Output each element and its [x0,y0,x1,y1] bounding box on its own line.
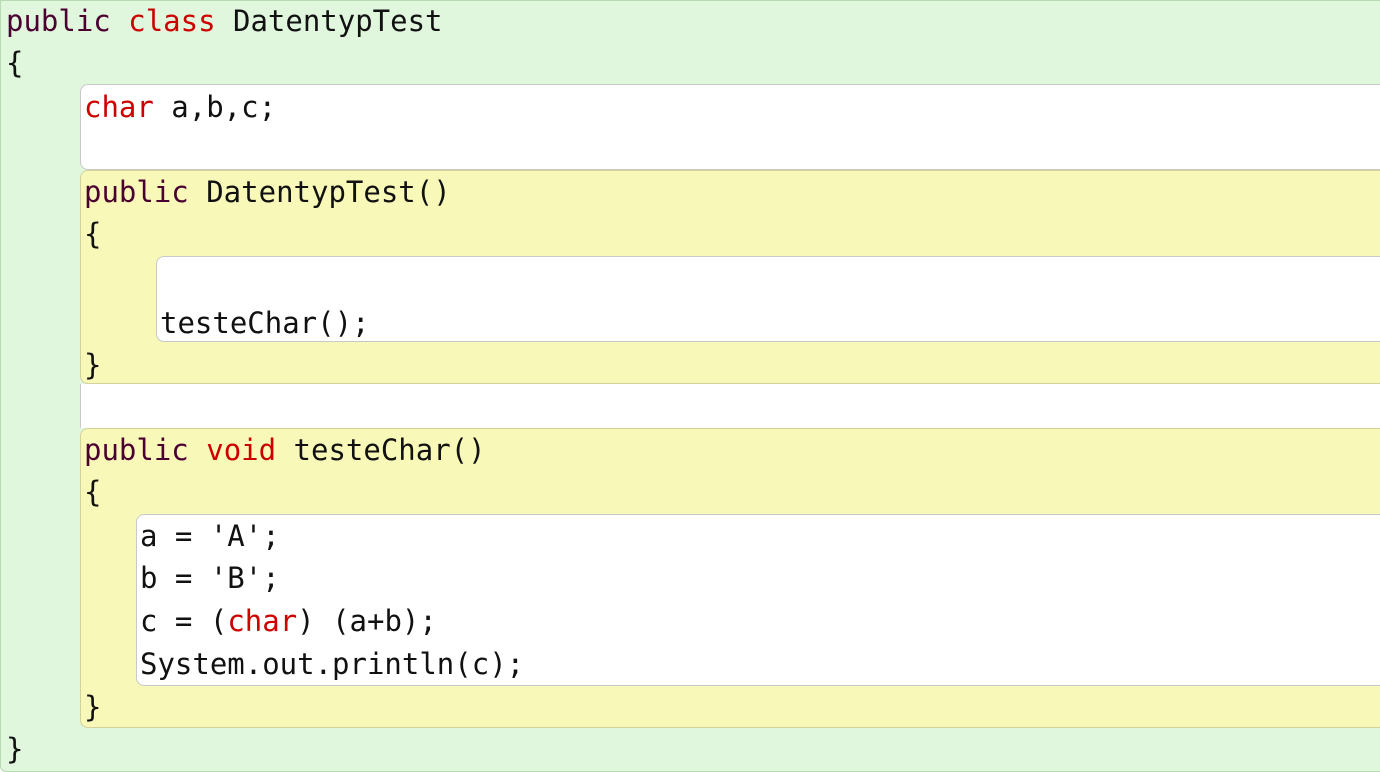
code-editor[interactable]: public class DatentypTest { char a,b,c; … [0,0,1380,772]
statement-assign-a[interactable]: a = 'A'; [140,515,280,557]
class-body-gap [80,384,1380,428]
class-name: DatentypTest [215,4,443,38]
method-declaration-line[interactable]: public void testeChar() [84,429,486,471]
constructor-declaration-line[interactable]: public DatentypTest() [84,171,451,213]
keyword-char: char [84,90,154,124]
statement-c-suffix: ) (a+b); [297,604,437,638]
constructor-signature: DatentypTest() [188,175,451,209]
keyword-class: class [128,4,216,38]
method-signature: testeChar() [276,433,486,467]
keyword-public: public [84,175,189,209]
keyword-public: public [84,433,189,467]
class-open-brace[interactable]: { [6,42,23,84]
statement-print[interactable]: System.out.println(c); [140,643,524,685]
method-close-brace[interactable]: } [84,686,101,728]
constructor-close-brace[interactable]: } [84,344,101,386]
statement-assign-c[interactable]: c = (char) (a+b); [140,600,437,642]
keyword-char: char [227,604,298,638]
statement-assign-b[interactable]: b = 'B'; [140,557,280,599]
class-declaration-line[interactable]: public class DatentypTest [6,0,443,42]
constructor-open-brace[interactable]: { [84,213,101,255]
field-names: a,b,c; [153,90,277,124]
keyword-public: public [6,4,111,38]
keyword-void: void [206,433,277,467]
field-declaration-line[interactable]: char a,b,c; [84,86,276,128]
class-close-brace[interactable]: } [6,728,23,770]
statement-c-prefix: c = ( [140,604,228,638]
method-open-brace[interactable]: { [84,471,101,513]
method-call-line[interactable]: testeChar(); [160,302,370,344]
